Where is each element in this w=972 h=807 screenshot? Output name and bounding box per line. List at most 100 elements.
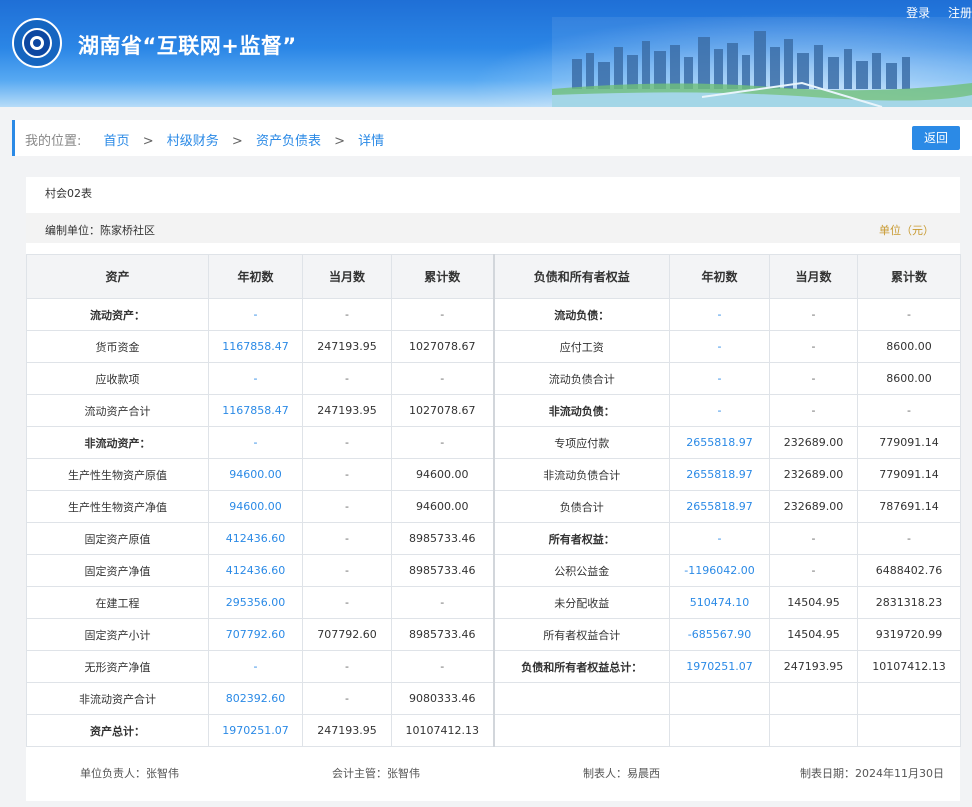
breadcrumb-detail[interactable]: 详情 bbox=[358, 134, 384, 149]
table-cell: 94600.00 bbox=[391, 490, 495, 523]
table-cell: 1970251.07 bbox=[669, 650, 770, 683]
table-cell: 2655818.97 bbox=[669, 458, 770, 491]
col-header: 资产 bbox=[26, 254, 209, 299]
table-cell: 94600.00 bbox=[391, 458, 495, 491]
table-cell: 1167858.47 bbox=[208, 394, 303, 427]
table-cell: 流动负债合计 bbox=[493, 362, 670, 395]
table-cell: -1196042.00 bbox=[669, 554, 770, 587]
table-cell: 所有者权益合计 bbox=[493, 618, 670, 651]
table-cell: 247193.95 bbox=[302, 330, 392, 363]
col-header: 当月数 bbox=[769, 254, 858, 299]
table-row: 应收款项 - - - 流动负债合计 - -8600.00 bbox=[26, 362, 961, 395]
table-cell: 固定资产小计 bbox=[26, 618, 209, 651]
table-cell: 应付工资 bbox=[493, 330, 670, 363]
table-cell: 1970251.07 bbox=[208, 714, 303, 747]
breadcrumb-home[interactable]: 首页 bbox=[104, 134, 130, 149]
table-cell: - bbox=[208, 362, 303, 395]
table-cell: 流动资产： bbox=[26, 298, 209, 331]
table-cell: 10107412.13 bbox=[857, 650, 961, 683]
table-cell: 802392.60 bbox=[208, 682, 303, 715]
table-cell: 资产总计： bbox=[26, 714, 209, 747]
table-cell: 2655818.97 bbox=[669, 490, 770, 523]
table-cell: 固定资产原值 bbox=[26, 522, 209, 555]
table-cell: - bbox=[302, 554, 392, 587]
table-row: 货币资金 1167858.47 247193.95 1027078.67 应付工资 - -8… bbox=[26, 330, 961, 363]
table-cell: 未分配收益 bbox=[493, 586, 670, 619]
table-cell: 247193.95 bbox=[769, 650, 858, 683]
table-cell: - bbox=[302, 682, 392, 715]
table-cell: - bbox=[769, 554, 858, 587]
table-row: 资产总计： 1970251.07 247193.95 10107412.13 bbox=[26, 714, 961, 747]
col-header: 累计数 bbox=[857, 254, 961, 299]
back-button[interactable]: 返回 bbox=[912, 126, 960, 150]
table-cell: 8600.00 bbox=[857, 330, 961, 363]
table-cell: 8985733.46 bbox=[391, 522, 495, 555]
table-cell: 8985733.46 bbox=[391, 618, 495, 651]
currency-unit: 单位（元） bbox=[879, 224, 934, 237]
table-row: 非流动资产合计 802392.60-9080333.46 bbox=[26, 682, 961, 715]
table-cell: - bbox=[857, 298, 961, 331]
table-cell: - bbox=[302, 458, 392, 491]
table-cell: - bbox=[208, 650, 303, 683]
table-row: 流动资产合计 1167858.47 247193.95 1027078.67 非流动负债… bbox=[26, 394, 961, 427]
table-cell: 412436.60 bbox=[208, 554, 303, 587]
unit-head: 单位负责人：张智伟 bbox=[80, 767, 179, 780]
table-cell: - bbox=[769, 298, 858, 331]
compiling-unit: 编制单位：陈家桥社区 bbox=[45, 224, 155, 237]
table-cell: 货币资金 bbox=[26, 330, 209, 363]
table-cell: 1027078.67 bbox=[391, 330, 495, 363]
table-cell: 14504.95 bbox=[769, 618, 858, 651]
table-cell: - bbox=[857, 522, 961, 555]
table-cell: - bbox=[302, 522, 392, 555]
table-cell: 707792.60 bbox=[208, 618, 303, 651]
table-cell: - bbox=[302, 650, 392, 683]
table-cell: 负债和所有者权益总计： bbox=[493, 650, 670, 683]
table-row: 在建工程 295356.00- - 未分配收益 510474.10 14504.95 283… bbox=[26, 586, 961, 619]
table-cell bbox=[769, 714, 858, 747]
table-cell: 295356.00 bbox=[208, 586, 303, 619]
header-banner: 湖南省“互联网+监督” 登录 注册 bbox=[0, 0, 972, 107]
table-cell: 779091.14 bbox=[857, 426, 961, 459]
table-cell: 94600.00 bbox=[208, 490, 303, 523]
table-cell: 生产性生物资产原值 bbox=[26, 458, 209, 491]
table-cell bbox=[669, 714, 770, 747]
table-cell: - bbox=[391, 586, 495, 619]
table-cell: 在建工程 bbox=[26, 586, 209, 619]
table-cell: - bbox=[302, 362, 392, 395]
table-cell: 2655818.97 bbox=[669, 426, 770, 459]
table-cell: - bbox=[669, 330, 770, 363]
breadcrumb-prefix: 我的位置: bbox=[25, 134, 82, 149]
table-cell bbox=[669, 682, 770, 715]
table-cell: - bbox=[669, 394, 770, 427]
table-cell: - bbox=[669, 298, 770, 331]
breadcrumb-balance-sheet[interactable]: 资产负债表 bbox=[256, 134, 321, 149]
table-row: 固定资产净值 412436.60-8985733.46 公积公益金 -1196042.… bbox=[26, 554, 961, 587]
table-header-row: 资产 年初数 当月数 累计数 负债和所有者权益 年初数 当月数 累计数 bbox=[26, 254, 961, 299]
table-cell: 232689.00 bbox=[769, 426, 858, 459]
site-title: 湖南省“互联网+监督” bbox=[78, 34, 297, 58]
table-row: 生产性生物资产原值 94600.00-94600.00 非流动负债合计 2655818… bbox=[26, 458, 961, 491]
breadcrumb-bar: 我的位置: 首页 > 村级财务 > 资产负债表 > 详情 返回 bbox=[12, 120, 972, 156]
form-number: 村会02表 bbox=[45, 187, 92, 200]
table-cell: 232689.00 bbox=[769, 490, 858, 523]
table-cell: 负债合计 bbox=[493, 490, 670, 523]
table-cell: 14504.95 bbox=[769, 586, 858, 619]
table-cell: - bbox=[302, 490, 392, 523]
breadcrumb: 我的位置: 首页 > 村级财务 > 资产负债表 > 详情 bbox=[25, 134, 385, 149]
balance-sheet-card: 村会02表 编制单位：陈家桥社区 单位（元） 资产 年初数 当月数 累计数 负债… bbox=[26, 177, 961, 801]
table-cell: 1167858.47 bbox=[208, 330, 303, 363]
prepared-date: 制表日期：2024年11月30日 bbox=[800, 767, 944, 780]
table-row: 固定资产原值 412436.60-8985733.46 所有者权益： - - - bbox=[26, 522, 961, 555]
table-cell: - bbox=[302, 298, 392, 331]
balance-sheet-table: 资产 年初数 当月数 累计数 负债和所有者权益 年初数 当月数 累计数 流动资产… bbox=[26, 254, 961, 747]
col-header: 负债和所有者权益 bbox=[493, 254, 670, 299]
col-header: 累计数 bbox=[391, 254, 495, 299]
table-cell: 2831318.23 bbox=[857, 586, 961, 619]
preparer: 制表人：易晨西 bbox=[583, 767, 660, 780]
table-cell: - bbox=[769, 362, 858, 395]
table-cell: -685567.90 bbox=[669, 618, 770, 651]
table-cell: - bbox=[302, 426, 392, 459]
table-cell: 非流动负债合计 bbox=[493, 458, 670, 491]
breadcrumb-village-finance[interactable]: 村级财务 bbox=[167, 134, 219, 149]
table-cell bbox=[493, 714, 670, 747]
